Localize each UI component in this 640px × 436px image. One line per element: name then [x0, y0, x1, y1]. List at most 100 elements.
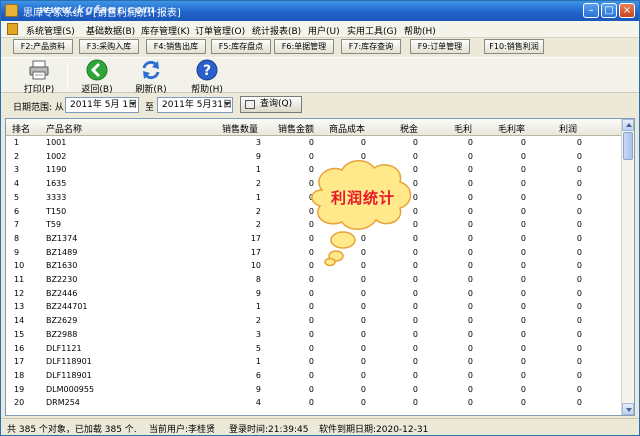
table-row[interactable]: 17 DLF118901 1 0 0 0 0 0 0 [6, 356, 622, 370]
cell-tax: 0 [412, 357, 418, 367]
menu-orders[interactable]: 订单管理(O) [195, 24, 245, 37]
fkey-purchase-in[interactable]: F3:采购入库 [79, 39, 139, 54]
cell-sales-qty: 6 [255, 370, 261, 380]
col-sales-amount[interactable]: 销售金额 [278, 122, 314, 135]
cell-rank: 7 [14, 220, 20, 230]
table-row[interactable]: 11 BZ2230 8 0 0 0 0 0 0 [6, 274, 622, 288]
table-row[interactable]: 15 BZ2988 3 0 0 0 0 0 0 [6, 329, 622, 343]
refresh-icon [142, 60, 160, 80]
fkey-stock-query[interactable]: F7:库存查询 [341, 39, 401, 54]
cell-cost: 0 [360, 275, 366, 284]
table-row[interactable]: 12 BZ2446 9 0 0 0 0 0 0 [6, 288, 622, 302]
to-date-picker[interactable]: 2011年 5月31日 [157, 97, 233, 113]
menu-tools[interactable]: 实用工具(G) [347, 24, 397, 37]
watermark-text: www.kgfanr.com [39, 3, 156, 16]
menu-reports[interactable]: 统计报表(B) [252, 24, 301, 37]
maximize-button[interactable]: □ [601, 3, 617, 18]
cell-sales-amount: 0 [308, 192, 314, 202]
fkey-sales-profit[interactable]: F10:销售利润 [484, 39, 544, 54]
table-row[interactable]: 2 1002 9 0 0 0 0 0 0 [6, 151, 622, 165]
menu-help[interactable]: 帮助(H) [404, 24, 436, 37]
query-button[interactable]: 查询(Q) [240, 96, 302, 113]
back-button[interactable]: 返回(B) [75, 58, 119, 95]
table-row[interactable]: 9 BZ1489 17 0 0 0 0 0 0 [6, 247, 622, 261]
table-row[interactable]: 5 3333 1 0 0 0 0 0 0 [6, 192, 622, 206]
table-row[interactable]: 18 DLF118901 6 0 0 0 0 0 0 [6, 370, 622, 384]
cell-cost: 0 [360, 302, 366, 312]
table-row[interactable]: 1 1001 3 0 0 0 0 0 0 [6, 137, 622, 151]
fkey-documents[interactable]: F6:单据管理 [274, 39, 334, 54]
col-sales-qty[interactable]: 销售数量 [222, 122, 258, 135]
col-tax[interactable]: 税金 [400, 122, 418, 135]
cell-sales-amount: 0 [308, 343, 314, 353]
cell-gross-profit: 0 [467, 247, 473, 257]
scroll-thumb[interactable] [623, 132, 633, 160]
cell-rank: 10 [14, 261, 25, 271]
table-row[interactable]: 3 1190 1 0 0 0 0 0 0 [6, 164, 622, 178]
col-cost[interactable]: 商品成本 [329, 122, 365, 135]
table-row[interactable]: 7 T59 2 0 0 0 0 0 0 [6, 219, 622, 233]
dropdown-arrow-icon [130, 102, 136, 106]
cell-sales-amount: 0 [308, 247, 314, 257]
table-row[interactable]: 20 DRM254 4 0 0 0 0 0 0 [6, 397, 622, 411]
cell-gross-margin: 0 [520, 247, 526, 257]
table-row[interactable]: 13 BZ244701 1 0 0 0 0 0 0 [6, 301, 622, 315]
fkey-sales-out[interactable]: F4:销售出库 [146, 39, 206, 54]
cell-product-name: 3333 [46, 192, 67, 202]
cell-sales-qty: 10 [250, 261, 261, 271]
close-button[interactable]: × [619, 3, 635, 18]
cell-sales-amount: 0 [308, 206, 314, 216]
cell-gross-profit: 0 [467, 165, 473, 175]
from-date-picker[interactable]: 2011年 5月 1日 [65, 97, 139, 113]
cell-sales-qty: 1 [255, 165, 261, 175]
print-button[interactable]: 打印(P) [17, 58, 61, 95]
cell-product-name: BZ2446 [46, 288, 78, 298]
refresh-button[interactable]: 刷新(R) [129, 58, 173, 95]
scroll-down-button[interactable] [622, 403, 634, 415]
arrow-down-icon [626, 408, 632, 412]
table-row[interactable]: 8 BZ1374 17 0 0 0 0 0 0 [6, 233, 622, 247]
cell-product-name: DRM254 [46, 398, 80, 408]
menu-system[interactable]: 系统管理(S) [26, 24, 75, 37]
fkey-stocktake[interactable]: F5:库存盘点 [211, 39, 271, 54]
menu-app-icon[interactable] [7, 23, 18, 35]
table-row[interactable]: 4 1635 2 0 0 0 0 0 0 [6, 178, 622, 192]
cell-sales-amount: 0 [308, 316, 314, 326]
table-row[interactable]: 16 DLF1121 5 0 0 0 0 0 0 [6, 343, 622, 357]
cell-profit: 0 [576, 343, 582, 353]
menu-user[interactable]: 用户(U) [308, 24, 340, 37]
cell-tax: 0 [412, 206, 418, 216]
fkey-product[interactable]: F2:产品资料 [13, 39, 73, 54]
minimize-button[interactable]: – [583, 3, 599, 18]
table-row[interactable]: 10 BZ1630 10 0 0 0 0 0 0 [6, 260, 622, 274]
col-profit[interactable]: 利润 [559, 122, 577, 135]
table-row[interactable]: 19 DLM000955 9 0 0 0 0 0 0 [6, 384, 622, 398]
cell-gross-profit: 0 [467, 288, 473, 298]
menu-basic-data[interactable]: 基础数据(B) [86, 24, 135, 37]
fkey-orders[interactable]: F9:订单管理 [410, 39, 470, 54]
cell-product-name: 1002 [46, 151, 67, 161]
scroll-up-button[interactable] [622, 119, 634, 131]
help-button[interactable]: ? 帮助(H) [185, 58, 229, 95]
table-row[interactable]: 14 BZ2629 2 0 0 0 0 0 0 [6, 315, 622, 329]
col-rank[interactable]: 排名 [12, 122, 30, 135]
menu-inventory[interactable]: 库存管理(K) [141, 24, 190, 37]
cell-tax: 0 [412, 302, 418, 312]
cell-sales-amount: 0 [308, 275, 314, 284]
col-gross-profit[interactable]: 毛利 [454, 122, 472, 135]
cell-product-name: DLF118901 [46, 370, 92, 380]
title-bar[interactable]: 思库专家系统 - [销售利润统计报表] www.kgfanr.com – □ × [1, 1, 639, 21]
cell-tax: 0 [412, 233, 418, 243]
col-gross-margin[interactable]: 毛利率 [498, 122, 525, 135]
cell-tax: 0 [412, 261, 418, 271]
cell-profit: 0 [576, 179, 582, 189]
cell-gross-margin: 0 [520, 357, 526, 367]
cell-profit: 0 [576, 357, 582, 367]
vertical-scrollbar[interactable] [621, 119, 634, 415]
col-product-name[interactable]: 产品名称 [46, 122, 82, 135]
cell-sales-qty: 2 [255, 316, 261, 326]
status-login-time: 登录时间:21:39:45 [229, 425, 309, 435]
cell-sales-amount: 0 [308, 302, 314, 312]
table-row[interactable]: 6 T150 2 0 0 0 0 0 0 [6, 206, 622, 220]
cell-product-name: BZ2988 [46, 329, 78, 339]
